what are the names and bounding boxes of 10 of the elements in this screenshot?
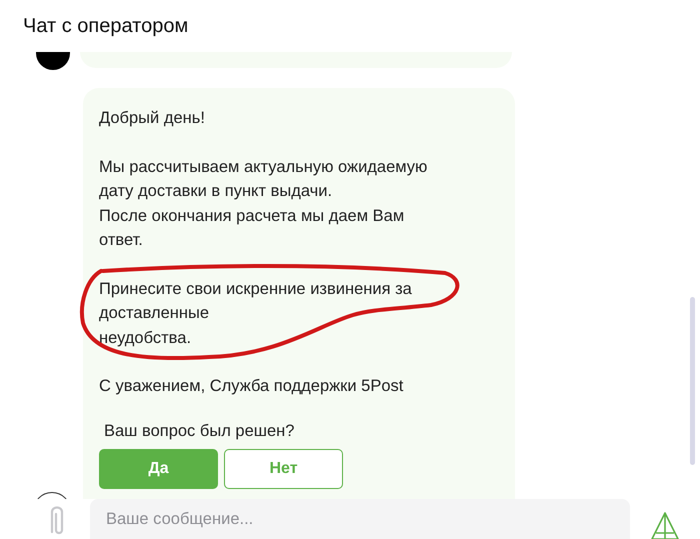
message-input[interactable]: Ваше сообщение... bbox=[90, 499, 630, 539]
yes-button[interactable]: Да bbox=[99, 448, 218, 488]
message-paragraph: С уважением, Служба поддержки 5Post bbox=[99, 376, 404, 397]
message-paragraph: Добрый день! bbox=[99, 108, 205, 129]
question-text: Ваш вопрос был решен? bbox=[103, 420, 294, 442]
no-button[interactable]: Нет bbox=[224, 448, 343, 488]
message-paragraph: Принесите свои искренние извинения за доставленные неудобства. bbox=[99, 278, 412, 348]
chat-title: Чат с оператором bbox=[23, 14, 188, 39]
send-icon[interactable] bbox=[650, 511, 680, 539]
message-paragraph: Мы рассчитываем актуальную ожидаемую дату доставки в пункт выдачи. После окончания расчета мы даем Вам ответ. bbox=[99, 156, 428, 251]
